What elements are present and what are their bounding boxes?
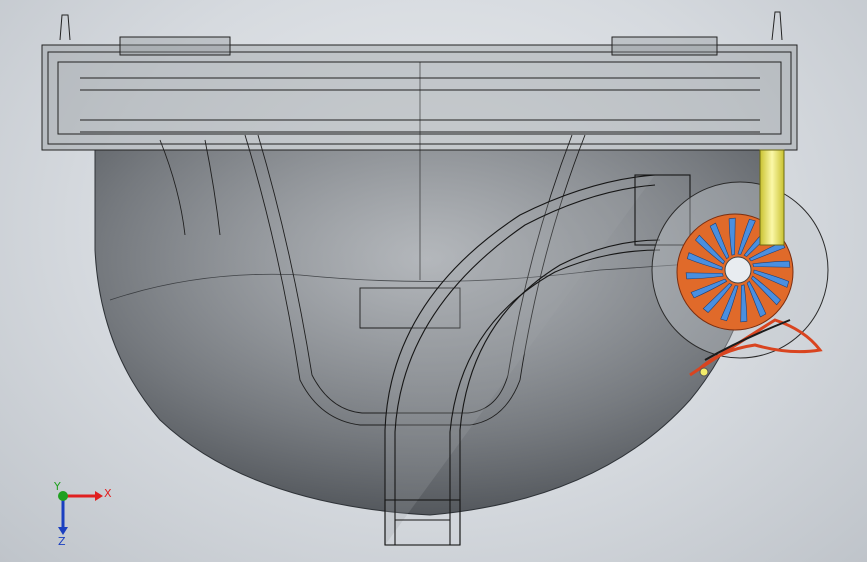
coordinate-triad: X Y Z	[53, 480, 112, 548]
z-axis-arrowhead	[58, 527, 68, 535]
cad-model-view[interactable]: X Y Z	[0, 0, 867, 562]
cad-viewport[interactable]: X Y Z	[0, 0, 867, 562]
x-axis-label: X	[104, 487, 112, 500]
fan-hub	[724, 256, 752, 284]
connector-pin	[699, 367, 709, 377]
drive-shaft	[759, 149, 785, 246]
y-axis-label: Y	[53, 480, 61, 493]
x-axis-arrowhead	[95, 491, 103, 501]
z-axis-label: Z	[58, 535, 66, 548]
